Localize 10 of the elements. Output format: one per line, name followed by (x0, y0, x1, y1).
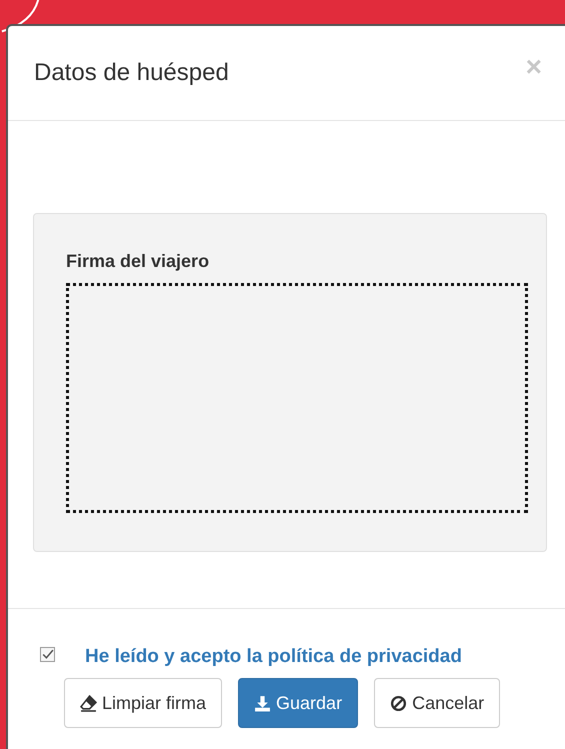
download-icon (254, 694, 272, 712)
clear-signature-button[interactable]: Limpiar firma (64, 678, 222, 728)
eraser-icon (80, 694, 97, 712)
privacy-policy-link[interactable]: He leído y acepto la política de privacidad (85, 646, 462, 668)
consent-checkbox[interactable] (40, 646, 55, 662)
signature-label: Firma del viajero (66, 251, 210, 272)
save-button[interactable]: Guardar (238, 678, 358, 728)
modal-title: Datos de huésped (34, 59, 229, 87)
cancel-button[interactable]: Cancelar (374, 678, 500, 728)
ban-icon (390, 694, 408, 712)
